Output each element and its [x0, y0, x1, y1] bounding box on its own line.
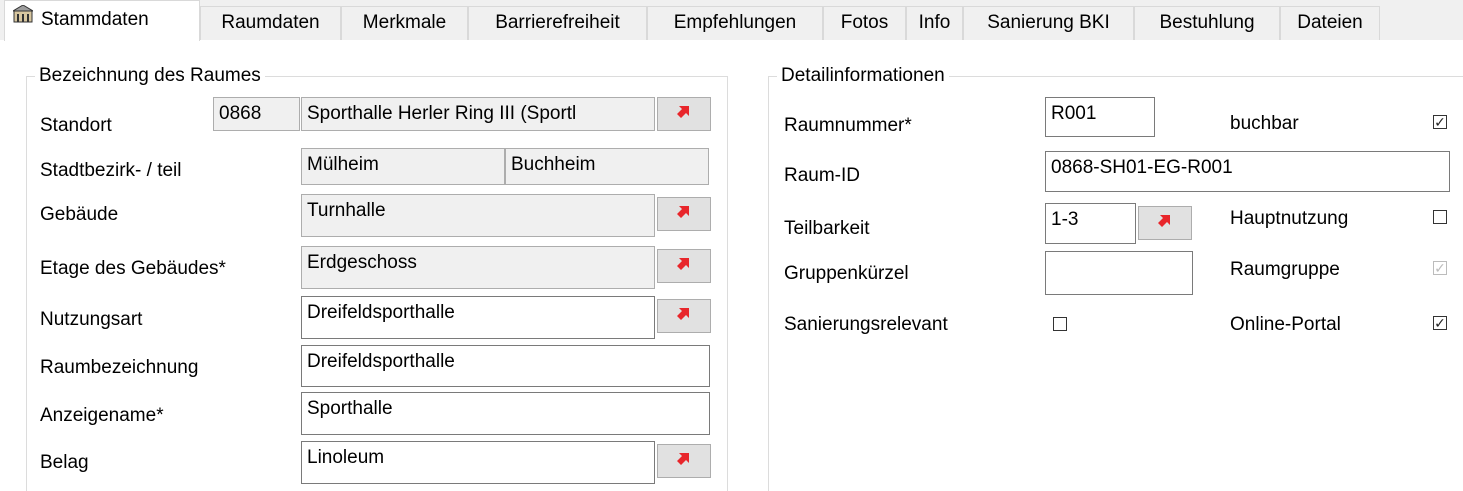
pick-arrow-icon — [676, 450, 692, 472]
sanierungsrelevant-checkbox[interactable] — [1053, 317, 1067, 331]
nutzungsart-field[interactable]: Dreifeldsporthalle — [301, 296, 655, 339]
belag-field[interactable]: Linoleum — [301, 441, 655, 484]
tab-barrierefreiheit[interactable]: Barrierefreiheit — [468, 6, 647, 40]
label-nutzungsart: Nutzungsart — [40, 309, 143, 330]
buchbar-checkbox[interactable]: ✓ — [1433, 115, 1447, 129]
tab-label: Raumdaten — [221, 12, 320, 33]
nutzungsart-pick-button[interactable] — [657, 299, 711, 333]
belag-pick-button[interactable] — [657, 444, 711, 478]
tab-stammdaten[interactable]: Stammdaten — [4, 0, 200, 41]
hauptnutzung-checkbox[interactable] — [1433, 210, 1447, 224]
online-portal-checkbox[interactable]: ✓ — [1433, 316, 1447, 330]
pick-arrow-icon — [676, 203, 692, 225]
pick-arrow-icon — [676, 255, 692, 277]
label-gebaeude: Gebäude — [40, 204, 119, 225]
teilbarkeit-pick-button[interactable] — [1138, 206, 1192, 240]
pick-arrow-icon — [676, 103, 692, 125]
label-anzeigename: Anzeigename* — [40, 405, 164, 426]
raumgruppe-checkbox: ✓ — [1433, 260, 1447, 276]
gruppenkuerzel-field[interactable] — [1045, 251, 1193, 295]
pick-arrow-icon — [676, 305, 692, 327]
tab-empfehlungen[interactable]: Empfehlungen — [647, 6, 823, 40]
stadtteil-field: Buchheim — [505, 148, 709, 185]
tab-label: Bestuhlung — [1159, 12, 1255, 33]
tab-merkmale[interactable]: Merkmale — [341, 6, 468, 40]
label-teilbarkeit: Teilbarkeit — [784, 218, 870, 239]
tab-raumdaten[interactable]: Raumdaten — [200, 6, 341, 40]
label-raumgruppe: Raumgruppe — [1230, 259, 1340, 280]
tab-bestuhlung[interactable]: Bestuhlung — [1134, 6, 1280, 40]
etage-pick-button[interactable] — [657, 249, 711, 283]
pick-arrow-icon — [1157, 212, 1173, 234]
tab-sanierung-bki[interactable]: Sanierung BKI — [963, 6, 1134, 40]
label-sanierungsrelevant: Sanierungsrelevant — [784, 314, 948, 335]
gebaeude-field: Turnhalle — [301, 194, 655, 237]
group-title: Bezeichnung des Raumes — [35, 64, 265, 88]
label-etage: Etage des Gebäudes* — [40, 258, 226, 279]
tab-label: Sanierung BKI — [987, 12, 1110, 33]
label-standort: Standort — [40, 115, 112, 136]
label-stadtbezirk: Stadtbezirk- / teil — [40, 160, 182, 181]
tab-content-panel: Bezeichnung des Raumes Standort 0868 Spo… — [0, 40, 1463, 491]
gebaeude-pick-button[interactable] — [657, 197, 711, 231]
stadtbezirk-field: Mülheim — [301, 148, 505, 185]
tab-label: Barrierefreiheit — [495, 12, 620, 33]
etage-field: Erdgeschoss — [301, 246, 655, 289]
label-belag: Belag — [40, 452, 89, 473]
label-gruppenkuerzel: Gruppenkürzel — [784, 263, 909, 284]
tab-fotos[interactable]: Fotos — [823, 6, 906, 40]
tab-label: Info — [918, 12, 951, 33]
label-buchbar: buchbar — [1230, 113, 1299, 134]
standort-code-field: 0868 — [213, 97, 300, 131]
tab-dateien[interactable]: Dateien — [1280, 6, 1380, 40]
building-icon — [11, 0, 35, 37]
raumnummer-field[interactable]: R001 — [1045, 97, 1155, 137]
tab-label: Dateien — [1297, 12, 1363, 33]
tab-info[interactable]: Info — [906, 6, 963, 40]
tab-label: Fotos — [840, 12, 889, 33]
label-online-portal: Online-Portal — [1230, 314, 1341, 335]
tab-label: Empfehlungen — [673, 12, 797, 33]
group-title: Detailinformationen — [777, 64, 949, 88]
label-raum-id: Raum-ID — [784, 165, 861, 186]
raumbezeichnung-field[interactable]: Dreifeldsporthalle — [301, 345, 710, 387]
anzeigename-field[interactable]: Sporthalle — [301, 392, 710, 435]
label-hauptnutzung: Hauptnutzung — [1230, 208, 1349, 229]
raum-id-field[interactable]: 0868-SH01-EG-R001 — [1045, 151, 1450, 192]
tab-strip: Stammdaten Raumdaten Merkmale Barrierefr… — [0, 0, 1463, 41]
label-raumnummer: Raumnummer* — [784, 115, 912, 136]
tab-label: Merkmale — [362, 12, 447, 33]
standort-name-field: Sporthalle Herler Ring III (Sportl — [301, 97, 655, 131]
tab-label: Stammdaten — [41, 9, 149, 30]
standort-pick-button[interactable] — [657, 97, 711, 131]
teilbarkeit-field[interactable]: 1-3 — [1045, 203, 1136, 244]
label-raumbezeichnung: Raumbezeichnung — [40, 357, 199, 378]
